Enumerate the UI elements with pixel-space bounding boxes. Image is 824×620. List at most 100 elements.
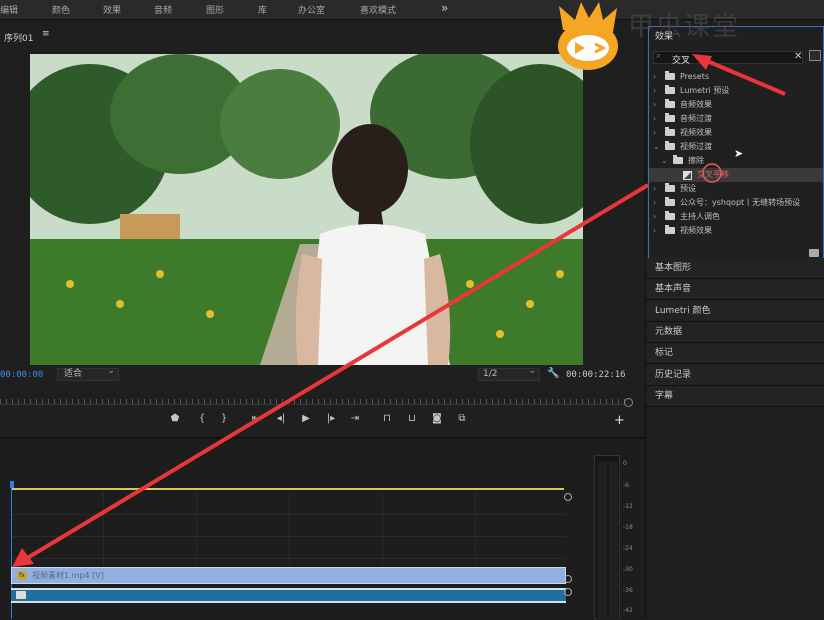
clear-search-icon[interactable]: ✕ [794, 51, 802, 62]
out-point-icon[interactable]: } [219, 413, 229, 427]
folder-icon [665, 99, 675, 108]
meter-label: -30 [623, 566, 633, 573]
timeline-tracks[interactable] [11, 493, 566, 565]
tree-item-label: 视频效果 [680, 226, 712, 235]
folder-icon [673, 155, 683, 164]
go-to-in-icon[interactable]: ⇤ [250, 413, 262, 427]
folder-icon [665, 211, 675, 220]
workspace-overflow-button[interactable]: » [441, 1, 448, 15]
workspace-tab-color[interactable]: 颜色 [52, 3, 70, 16]
tree-item-host-grading[interactable]: › 主持人调色 [649, 210, 823, 224]
panel-menu-icon[interactable]: ≡ [42, 29, 50, 39]
meter-label: -18 [623, 524, 633, 531]
video-clip-name: 视频素材1.mp4 [V] [32, 571, 104, 580]
fit-dropdown[interactable]: 适合 [57, 366, 119, 381]
effects-panel: 效果 ⌕ 交叉 ✕ › Presets › Lumetri 预设 › 音频效果 › 音频… [648, 26, 824, 264]
monitor-title[interactable]: 序列01 [4, 31, 33, 44]
resolution-dropdown-label: 1/2 [483, 369, 498, 379]
new-folder-icon[interactable] [809, 249, 819, 257]
meter-channel-left [598, 462, 607, 620]
tree-item-label: 视频过渡 [680, 142, 712, 151]
fit-dropdown-label: 适合 [64, 369, 83, 379]
audio-clip[interactable] [11, 588, 566, 603]
workspace-tab-effects[interactable]: 效果 [103, 3, 121, 16]
folder-icon [665, 183, 675, 192]
folder-icon [665, 127, 675, 136]
video-clip[interactable]: fx 视频素材1.mp4 [V] [11, 567, 566, 584]
workspace-tab-audio[interactable]: 音频 [154, 3, 172, 16]
in-point-icon[interactable]: { [197, 413, 207, 427]
monitor-time-ruler[interactable] [0, 389, 626, 405]
tree-item-video-effects-2[interactable]: › 视频效果 [649, 224, 823, 238]
watermark-brand: 甲虫课堂 [628, 12, 741, 42]
panel-metadata[interactable]: 元数据 [646, 322, 824, 343]
tree-item-audio-effects[interactable]: › 音频效果 [649, 98, 823, 112]
mouse-cursor-icon: ➤ [734, 147, 744, 160]
tree-item-label: Lumetri 预设 [680, 86, 730, 95]
meter-label: -24 [623, 545, 633, 552]
meter-label: -12 [623, 503, 633, 510]
folder-icon [665, 197, 675, 206]
tree-item-presets-cn[interactable]: › 预设 [649, 182, 823, 196]
step-back-icon[interactable]: ◂| [275, 413, 287, 427]
panel-history[interactable]: 历史记录 [646, 365, 824, 386]
folder-icon [665, 225, 675, 234]
tree-item-label: 交叉平移 [697, 170, 729, 179]
transition-effect-icon [683, 171, 692, 180]
meter-label: 0 [623, 460, 627, 467]
tree-item-lumetri-presets[interactable]: › Lumetri 预设 [649, 84, 823, 98]
lift-icon[interactable]: ⊓ [380, 413, 394, 427]
tree-item-audio-transitions[interactable]: › 音频过渡 [649, 112, 823, 126]
work-area-bar[interactable] [11, 488, 564, 490]
meter-label: -42 [623, 607, 633, 614]
new-bin-icon[interactable] [809, 50, 821, 61]
resolution-dropdown[interactable]: 1/2 [478, 366, 540, 381]
tree-item-label: 预设 [680, 184, 696, 193]
panel-captions[interactable]: 字幕 [646, 386, 824, 407]
panel-markers[interactable]: 标记 [646, 343, 824, 364]
search-icon: ⌕ [656, 51, 662, 61]
play-icon[interactable]: ▶ [300, 413, 312, 427]
step-forward-icon[interactable]: |▸ [325, 413, 337, 427]
effects-search-value: 交叉 [672, 56, 691, 66]
playhead-handle[interactable] [10, 481, 14, 488]
tree-item-label: 视频效果 [680, 128, 712, 137]
wrench-icon[interactable]: 🔧 [547, 368, 559, 379]
add-button-icon[interactable]: + [614, 413, 625, 428]
workspace-tab-library[interactable]: 库 [258, 3, 267, 16]
extract-icon[interactable]: ⊔ [405, 413, 419, 427]
folder-icon [665, 141, 675, 150]
fx-badge-icon: fx [17, 571, 27, 580]
panel-lumetri-color[interactable]: Lumetri 颜色 [646, 301, 824, 322]
workspace-tab-favorite[interactable]: 喜欢模式 [360, 3, 396, 16]
audio-end-handle[interactable] [564, 588, 572, 596]
tree-item-video-effects[interactable]: › 视频效果 [649, 126, 823, 140]
audio-meter [594, 455, 620, 620]
panel-essential-graphics[interactable]: 基本图形 [646, 258, 824, 279]
panel-essential-sound[interactable]: 基本声音 [646, 279, 824, 300]
folder-icon [665, 71, 675, 80]
workspace-tab-edit[interactable]: 编辑 [0, 3, 18, 16]
playhead-timecode[interactable]: 00:00:00 [0, 370, 43, 380]
effects-search-input[interactable]: ⌕ 交叉 ✕ [653, 51, 803, 66]
clip-end-handle[interactable] [564, 575, 572, 583]
tree-item-presets[interactable]: › Presets [649, 70, 823, 84]
tree-item-label: 音频效果 [680, 100, 712, 109]
right-panel-column: 效果 ⌕ 交叉 ✕ › Presets › Lumetri 预设 › 音频效果 › 音频… [645, 20, 824, 619]
workspace-tab-graphics[interactable]: 图形 [206, 3, 224, 16]
comparison-icon[interactable]: ⧉ [455, 413, 469, 427]
tree-item-label: Presets [680, 72, 710, 81]
marker-icon[interactable]: ⬟ [170, 413, 180, 427]
audio-clip-icon [16, 591, 26, 599]
tree-item-label: 主持人调色 [680, 212, 720, 221]
tree-item-cross-slide[interactable]: 交叉平移 [649, 168, 823, 182]
duration-timecode: 00:00:22:16 [566, 370, 626, 380]
tree-item-seamless-presets[interactable]: › 公众号：yshqopt丨无缝转场预设 [649, 196, 823, 210]
workspace-tab-office[interactable]: 办公室 [298, 3, 325, 16]
ruler-end-handle[interactable] [624, 398, 633, 407]
go-to-out-icon[interactable]: ⇥ [349, 413, 361, 427]
folder-icon [665, 113, 675, 122]
tree-item-label: 公众号：yshqopt丨无缝转场预设 [680, 198, 801, 207]
export-frame-icon[interactable]: ◙ [430, 413, 444, 427]
track-height-handle[interactable] [564, 493, 572, 501]
